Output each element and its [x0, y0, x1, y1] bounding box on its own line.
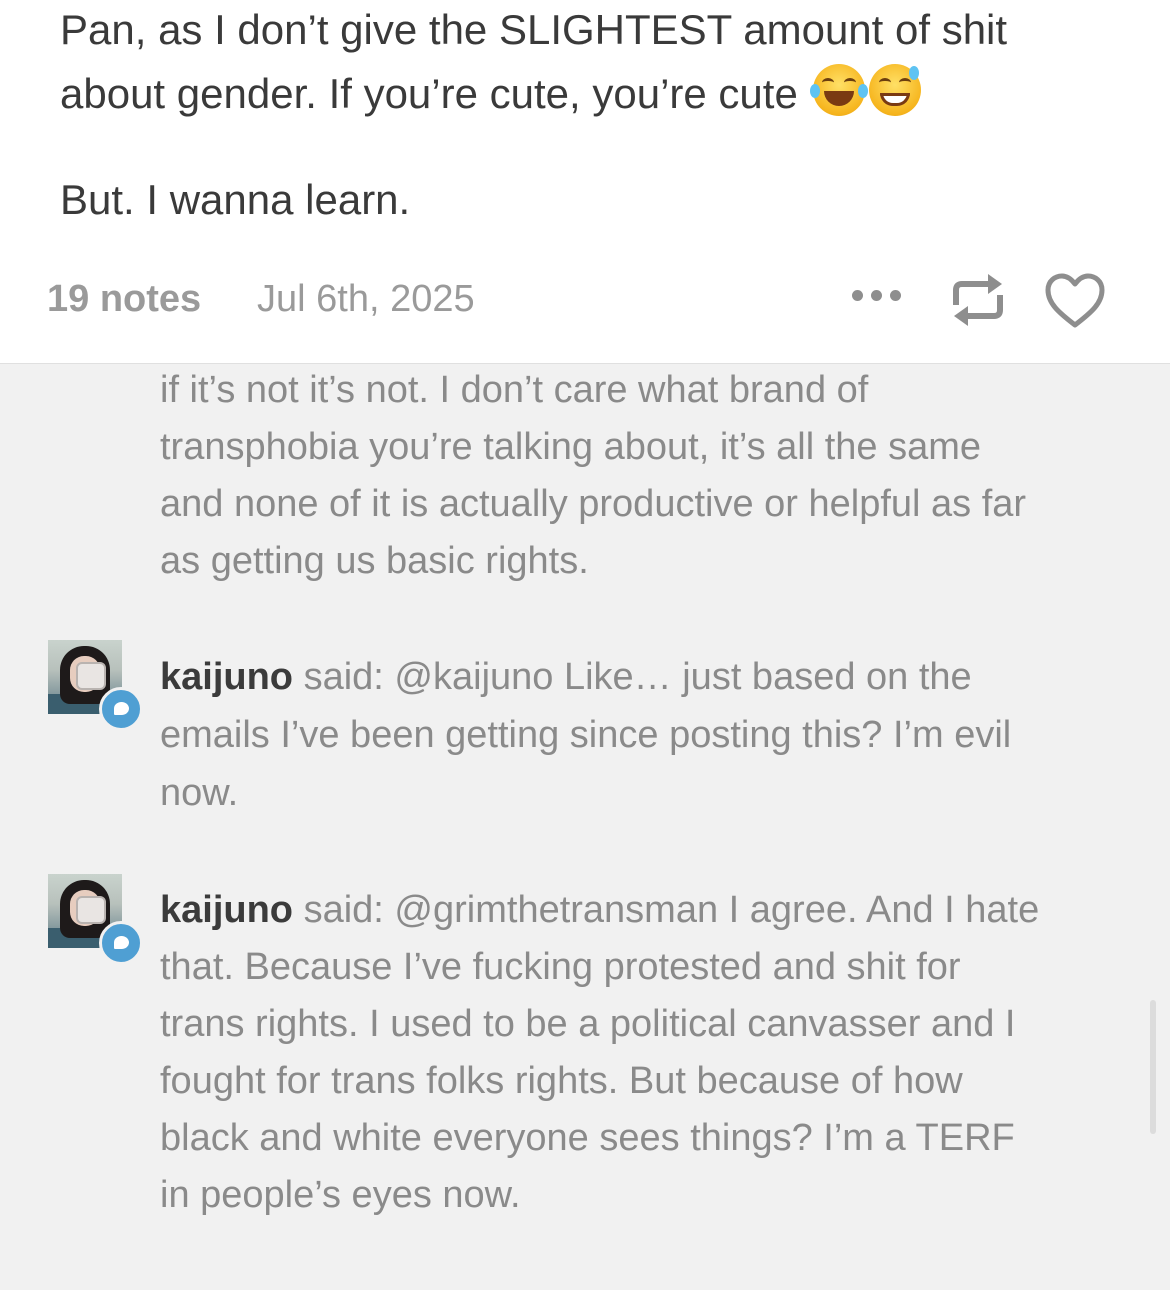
grinning-face-with-sweat-emoji: [869, 64, 922, 116]
note-username[interactable]: kaijuno: [160, 656, 293, 698]
notes-count[interactable]: 19 notes: [47, 278, 201, 321]
post-footer: 19 notes Jul 6th, 2025: [0, 270, 1170, 330]
reply-badge-icon: [99, 921, 143, 965]
post-paragraph: But. I wanna learn.: [60, 176, 411, 223]
scrollbar[interactable]: [1150, 1000, 1156, 1134]
note-item: kaijuno said: @grimthetransman I agree. …: [160, 882, 1040, 1224]
reblog-icon[interactable]: [948, 272, 1008, 333]
post-paragraph: Pan, as I don’t give the SLIGHTEST amoun…: [60, 0, 1120, 126]
note-text: if it’s not it’s not. I don’t care what …: [160, 369, 1027, 582]
note-said: said:: [293, 889, 395, 931]
note-username[interactable]: kaijuno: [160, 889, 293, 931]
notes-panel: if it’s not it’s not. I don’t care what …: [0, 363, 1170, 1290]
heart-icon[interactable]: [1044, 272, 1106, 335]
note-said: said:: [293, 656, 395, 698]
more-options-icon[interactable]: [852, 288, 912, 302]
post-date: Jul 6th, 2025: [257, 278, 475, 320]
note-item: kaijuno said: @kaijuno Like… just based …: [160, 648, 1040, 822]
reply-badge-icon: [99, 687, 143, 731]
face-with-tears-of-joy-emoji: [810, 64, 869, 116]
note-body: @grimthetransman I agree. And I hate tha…: [160, 889, 1040, 1216]
post-paragraph-text: Pan, as I don’t give the SLIGHTEST amoun…: [60, 6, 1008, 117]
